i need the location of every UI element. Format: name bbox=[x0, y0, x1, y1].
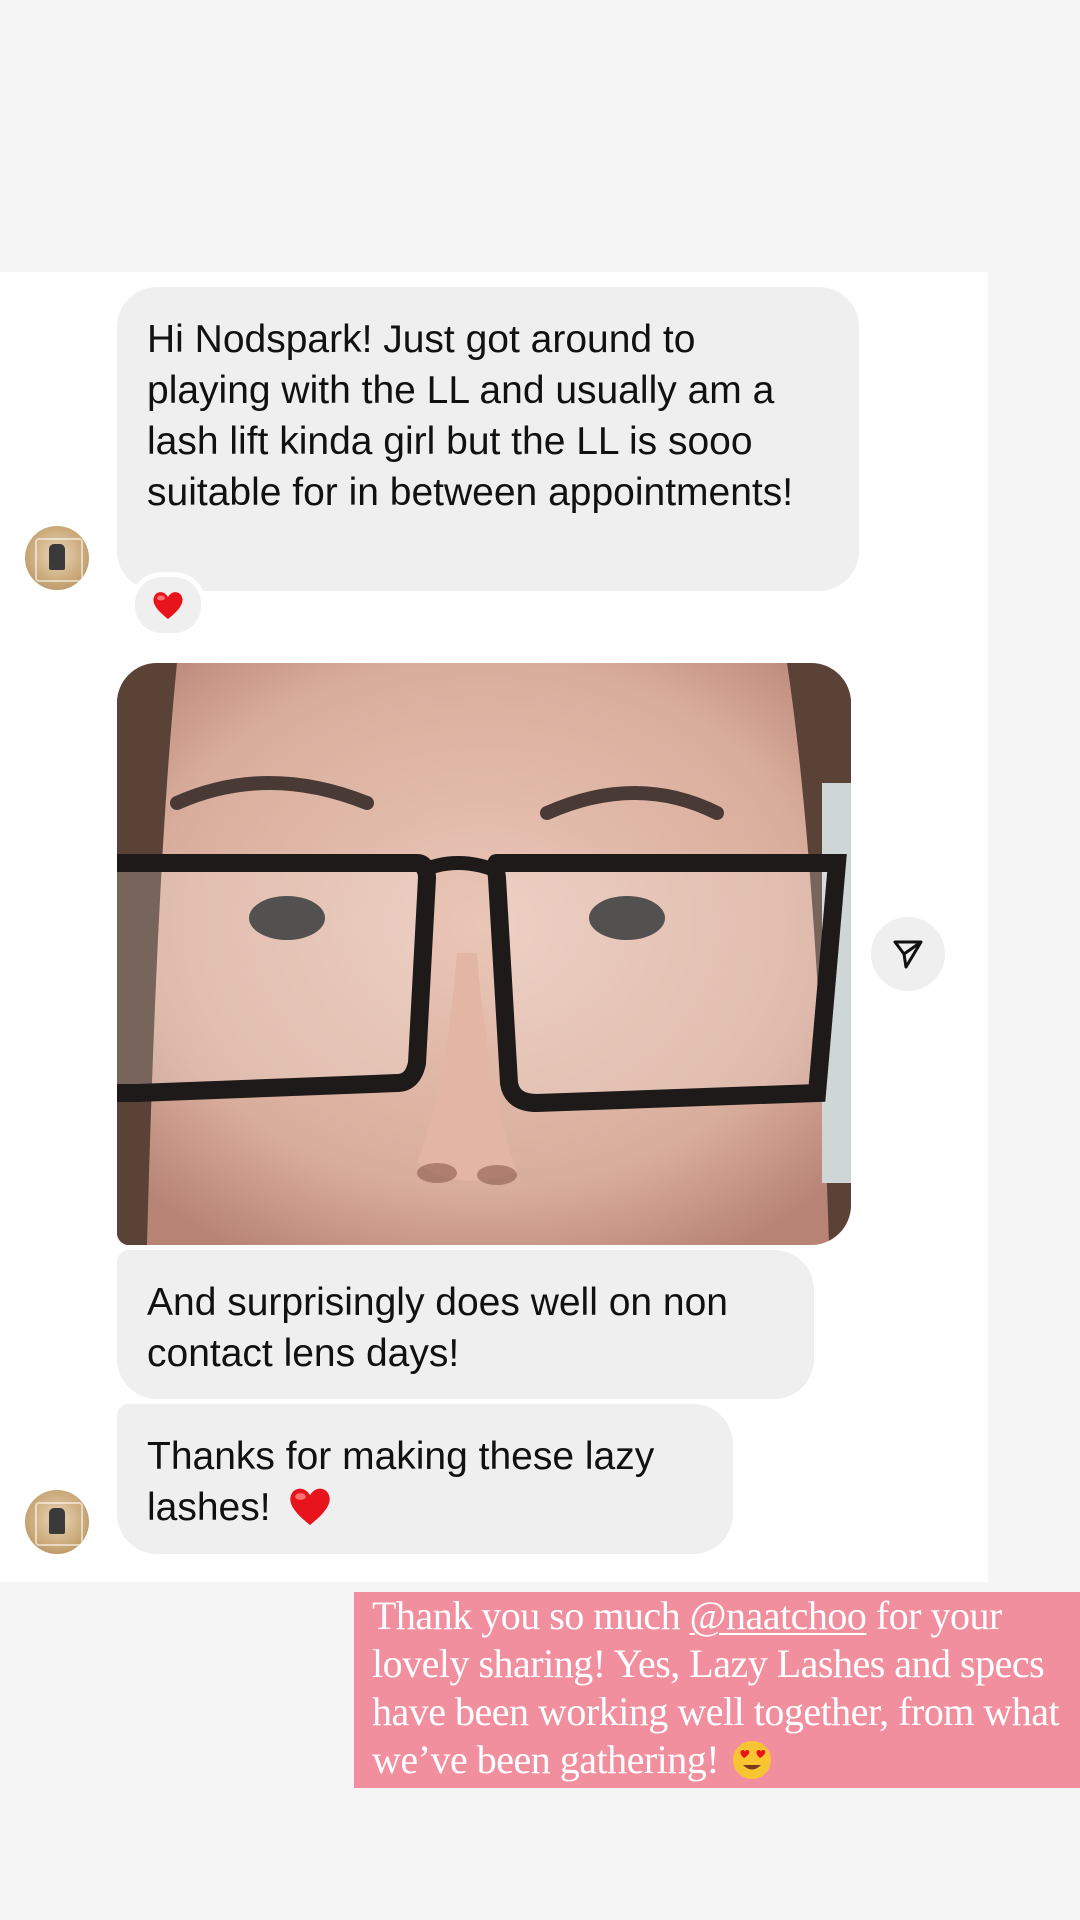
selfie-photo-image bbox=[117, 663, 851, 1245]
heart-icon bbox=[290, 1488, 331, 1525]
message-3-text: Thanks for making these lazy lashes! bbox=[147, 1435, 655, 1529]
share-button[interactable] bbox=[871, 917, 945, 991]
message-1-text: Hi Nodspark! Just got around to playing … bbox=[147, 318, 794, 514]
heart-icon bbox=[153, 592, 183, 619]
mention-link[interactable]: @naatchoo bbox=[690, 1593, 867, 1638]
caption-before: Thank you so much bbox=[372, 1593, 690, 1638]
sender-avatar-2[interactable] bbox=[25, 1490, 89, 1554]
sender-avatar-1[interactable] bbox=[25, 526, 89, 590]
heart-eyes-emoji-icon bbox=[732, 1741, 771, 1779]
story-caption: Thank you so much @naatchoo for your lov… bbox=[354, 1592, 1080, 1788]
shared-photo[interactable] bbox=[117, 663, 851, 1245]
heart-reaction[interactable] bbox=[130, 572, 206, 638]
message-bubble-2[interactable]: And surprisingly does well on non contac… bbox=[117, 1250, 814, 1399]
send-icon bbox=[893, 940, 923, 969]
message-2-text: And surprisingly does well on non contac… bbox=[147, 1281, 729, 1375]
message-bubble-3[interactable]: Thanks for making these lazy lashes! bbox=[117, 1404, 733, 1554]
message-bubble-1[interactable]: Hi Nodspark! Just got around to playing … bbox=[117, 287, 859, 591]
caption-text: Thank you so much @naatchoo for your lov… bbox=[372, 1592, 1080, 1784]
